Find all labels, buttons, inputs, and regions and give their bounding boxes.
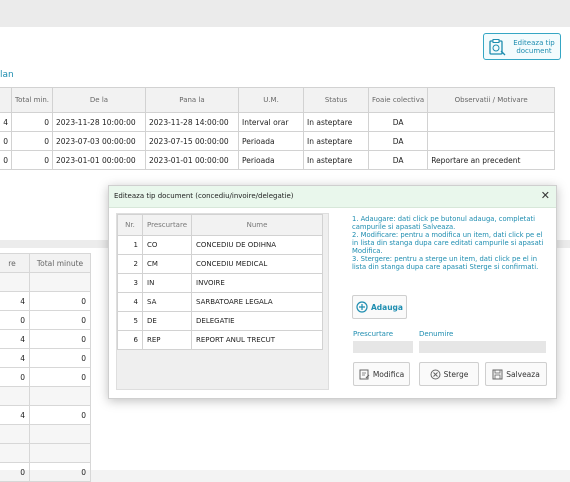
prescurtare-label: Prescurtare	[353, 330, 394, 338]
section-title: lan	[0, 70, 14, 80]
close-icon[interactable]: ✕	[541, 189, 550, 202]
summary-row[interactable]	[0, 272, 91, 292]
col-pana-la[interactable]: Pana la	[145, 87, 239, 113]
col-foaie-colectiva[interactable]: Foaie colectiva	[367, 87, 429, 113]
delete-label: Sterge	[443, 369, 469, 379]
add-button[interactable]: Adauga	[352, 295, 407, 319]
col-um[interactable]: U.M.	[238, 87, 304, 113]
summary-row[interactable]: 00	[0, 310, 91, 330]
col-prescurtare[interactable]: Prescurtare	[141, 214, 193, 236]
save-label: Salveaza	[506, 369, 540, 379]
col-status[interactable]: Status	[303, 87, 369, 113]
help-instructions: 1. Adaugare: dati click pe butonul adaug…	[352, 215, 548, 271]
help-add: 1. Adaugare: dati click pe butonul adaug…	[352, 215, 536, 231]
top-bar	[0, 0, 570, 27]
col-nume[interactable]: Nume	[191, 214, 323, 236]
summary-row[interactable]	[0, 424, 91, 444]
modify-button[interactable]: Modifica	[353, 362, 410, 386]
edit-document-type-dialog: Editeaza tip document (concediu/invoire/…	[108, 185, 557, 399]
table-header-row: Total min. De la Pana la U.M. Status Foa…	[0, 87, 556, 113]
type-row[interactable]: 4 SA SARBATOARE LEGALA	[117, 292, 323, 312]
col-de-la[interactable]: De la	[52, 87, 146, 113]
document-types-table: Nr. Prescurtare Nume 1 CO CONCEDIU DE ODIH…	[117, 214, 323, 350]
col-observatii[interactable]: Observatii / Motivare	[427, 87, 556, 113]
summary-row[interactable]: 00	[0, 367, 91, 387]
type-row[interactable]: 6 REP REPORT ANUL TRECUT	[117, 330, 323, 350]
save-button[interactable]: Salveaza	[485, 362, 547, 386]
help-delete: 3. Stergere: pentru a sterge un item, da…	[352, 255, 539, 271]
summary-table: re Total minute 40 00 40 40 00 40 00	[0, 253, 91, 482]
summary-row[interactable]: 00	[0, 462, 91, 482]
cancel-circle-icon	[430, 369, 441, 379]
denumire-label: Denumire	[419, 330, 454, 338]
edit-icon	[359, 369, 370, 379]
col-nr[interactable]: Nr.	[117, 214, 143, 236]
col-total-min[interactable]: Total min.	[11, 87, 53, 113]
summary-row[interactable]: 40	[0, 405, 91, 425]
summary-row[interactable]: 40	[0, 291, 91, 311]
dialog-header: Editeaza tip document (concediu/invoire/…	[109, 186, 556, 208]
prescurtare-input[interactable]	[353, 341, 413, 353]
types-header-row: Nr. Prescurtare Nume	[117, 214, 323, 236]
summary-header-row: re Total minute	[0, 253, 91, 273]
help-modify: 2. Modificare: pentru a modifica un item…	[352, 231, 544, 255]
summary-row[interactable]: 40	[0, 329, 91, 349]
floppy-disk-icon	[492, 369, 503, 379]
summary-row[interactable]: 40	[0, 348, 91, 368]
table-row[interactable]: 0 0 2023-07-03 00:00:00 2023-07-15 00:00…	[0, 131, 556, 151]
edit-document-type-label: Editeaza tip document	[513, 38, 555, 55]
table-row[interactable]: 4 0 2023-11-28 10:00:00 2023-11-28 14:00…	[0, 112, 556, 132]
document-edit-icon	[489, 38, 506, 55]
modify-label: Modifica	[372, 369, 405, 379]
dialog-title: Editeaza tip document (concediu/invoire/…	[114, 192, 294, 200]
denumire-input[interactable]	[419, 341, 546, 353]
document-types-grid: Nr. Prescurtare Nume 1 CO CONCEDIU DE ODIH…	[116, 213, 329, 390]
type-row[interactable]: 2 CM CONCEDIU MEDICAL	[117, 254, 323, 274]
summary-row[interactable]	[0, 386, 91, 406]
delete-button[interactable]: Sterge	[419, 362, 479, 386]
requests-table: Total min. De la Pana la U.M. Status Foa…	[0, 87, 556, 170]
col-re[interactable]: re	[0, 253, 30, 273]
col-total-minute[interactable]: Total minute	[29, 253, 91, 273]
add-label: Adauga	[370, 302, 403, 312]
type-row[interactable]: 3 IN INVOIRE	[117, 273, 323, 293]
edit-document-type-button[interactable]: Editeaza tip document	[483, 33, 561, 60]
type-row[interactable]: 5 DE DELEGATIE	[117, 311, 323, 331]
summary-row[interactable]	[0, 443, 91, 463]
table-row[interactable]: 0 0 2023-01-01 00:00:00 2023-01-01 00:00…	[0, 150, 556, 170]
plus-circle-icon	[356, 301, 368, 313]
type-row[interactable]: 1 CO CONCEDIU DE ODIHNA	[117, 235, 323, 255]
